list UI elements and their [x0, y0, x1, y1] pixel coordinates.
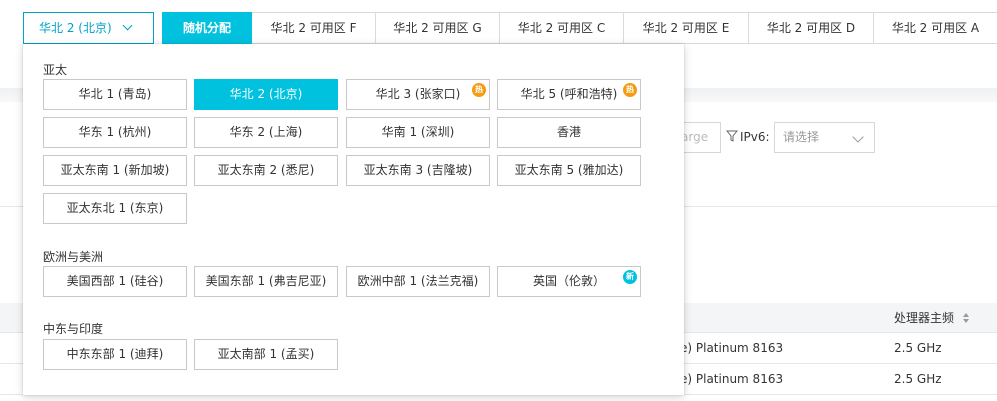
region-option[interactable]: 亚太东南 5 (雅加达) — [497, 155, 641, 186]
region-dropdown: 亚太 华北 1 (青岛) 华北 2 (北京) 华北 3 (张家口) 热 华北 5 … — [23, 44, 684, 395]
region-option[interactable]: 亚太东南 2 (悉尼) — [194, 155, 338, 186]
zone-tab-bar: 华北 2 (北京) 随机分配 华北 2 可用区 F 华北 2 可用区 G 华北 … — [0, 0, 997, 44]
tab-zone-c[interactable]: 华北 2 可用区 C — [500, 12, 624, 44]
region-option-label: 英国（伦敦） — [532, 274, 605, 288]
region-option[interactable]: 亚太东南 1 (新加坡) — [43, 155, 187, 186]
ipv6-filter-label: IPv6: — [726, 122, 770, 153]
region-option-label: 华北 1 (青岛) — [78, 87, 152, 101]
region-option-label: 亚太南部 1 (孟买) — [217, 347, 315, 361]
region-option[interactable]: 华北 5 (呼和浩特) 热 — [497, 79, 641, 110]
group-title-asia-pacific: 亚太 — [43, 63, 68, 77]
region-option-label: 华北 2 (北京) — [229, 87, 303, 101]
tab-zone-g[interactable]: 华北 2 可用区 G — [376, 12, 500, 44]
ipv6-select[interactable]: 请选择 — [774, 122, 875, 153]
region-option[interactable]: 中东东部 1 (迪拜) — [43, 339, 187, 370]
region-option[interactable]: 香港 — [497, 117, 641, 148]
region-option-label: 中东东部 1 (迪拜) — [66, 347, 164, 361]
sort-icon[interactable] — [962, 312, 970, 324]
tab-random-zone[interactable]: 随机分配 — [162, 12, 252, 44]
region-option[interactable]: 美国东部 1 (弗吉尼亚) — [194, 266, 338, 297]
region-option-label: 华东 2 (上海) — [229, 125, 303, 139]
new-badge-icon: 新 — [623, 270, 637, 284]
region-option[interactable]: 欧洲中部 1 (法兰克福) — [346, 266, 490, 297]
ipv6-select-placeholder: 请选择 — [783, 130, 820, 144]
region-option-label: 亚太东南 2 (悉尼) — [217, 163, 315, 177]
group-title-middle-east-india: 中东与印度 — [43, 322, 104, 336]
region-option-label: 美国东部 1 (弗吉尼亚) — [205, 274, 327, 288]
tab-zone-a[interactable]: 华北 2 可用区 A — [874, 12, 997, 44]
column-header-cpu-frequency: 处理器主频 — [894, 311, 955, 325]
region-option-selected[interactable]: 华北 2 (北京) — [194, 79, 338, 110]
region-option[interactable]: 华南 1 (深圳) — [346, 117, 490, 148]
region-option-label: 亚太东南 5 (雅加达) — [514, 163, 624, 177]
cpu-frequency-cell: 2.5 GHz — [894, 341, 942, 355]
region-option[interactable]: 亚太南部 1 (孟买) — [194, 339, 338, 370]
region-option-label: 香港 — [556, 125, 581, 139]
region-select[interactable]: 华北 2 (北京) — [23, 12, 154, 44]
hot-badge-icon: 热 — [623, 83, 637, 97]
tab-zone-e[interactable]: 华北 2 可用区 E — [624, 12, 749, 44]
region-option[interactable]: 华东 1 (杭州) — [43, 117, 187, 148]
chevron-down-icon — [852, 131, 864, 143]
tab-zone-f[interactable]: 华北 2 可用区 F — [252, 12, 376, 44]
chevron-down-icon — [122, 20, 133, 31]
region-option-label: 欧洲中部 1 (法兰克福) — [357, 274, 479, 288]
region-option[interactable]: 亚太东北 1 (东京) — [43, 193, 187, 224]
region-option[interactable]: 华北 3 (张家口) 热 — [346, 79, 490, 110]
cpu-frequency-cell: 2.5 GHz — [894, 372, 942, 386]
region-option[interactable]: 华东 2 (上海) — [194, 117, 338, 148]
region-option[interactable]: 美国西部 1 (硅谷) — [43, 266, 187, 297]
region-option[interactable]: 亚太东南 3 (吉隆坡) — [346, 155, 490, 186]
region-option-label: 美国西部 1 (硅谷) — [66, 274, 164, 288]
tab-zone-d[interactable]: 华北 2 可用区 D — [749, 12, 874, 44]
region-option-label: 华东 1 (杭州) — [78, 125, 152, 139]
group-title-europe-americas: 欧洲与美洲 — [43, 250, 104, 264]
region-option-label: 华南 1 (深圳) — [381, 125, 455, 139]
region-option-label: 亚太东南 3 (吉隆坡) — [363, 163, 473, 177]
cpu-model-cell: e) Platinum 8163 — [680, 341, 784, 355]
region-option[interactable]: 华北 1 (青岛) — [43, 79, 187, 110]
region-select-value: 华北 2 (北京) — [39, 21, 112, 35]
ipv6-label-text: IPv6: — [740, 130, 770, 144]
region-option-label: 华北 5 (呼和浩特) — [520, 87, 618, 101]
hot-badge-icon: 热 — [472, 83, 486, 97]
region-option-label: 华北 3 (张家口) — [375, 87, 461, 101]
region-option-label: 亚太东南 1 (新加坡) — [60, 163, 170, 177]
region-option[interactable]: 英国（伦敦） 新 — [497, 266, 641, 297]
region-option-label: 亚太东北 1 (东京) — [66, 201, 164, 215]
filter-icon — [726, 130, 738, 142]
cpu-model-cell: e) Platinum 8163 — [680, 372, 784, 386]
